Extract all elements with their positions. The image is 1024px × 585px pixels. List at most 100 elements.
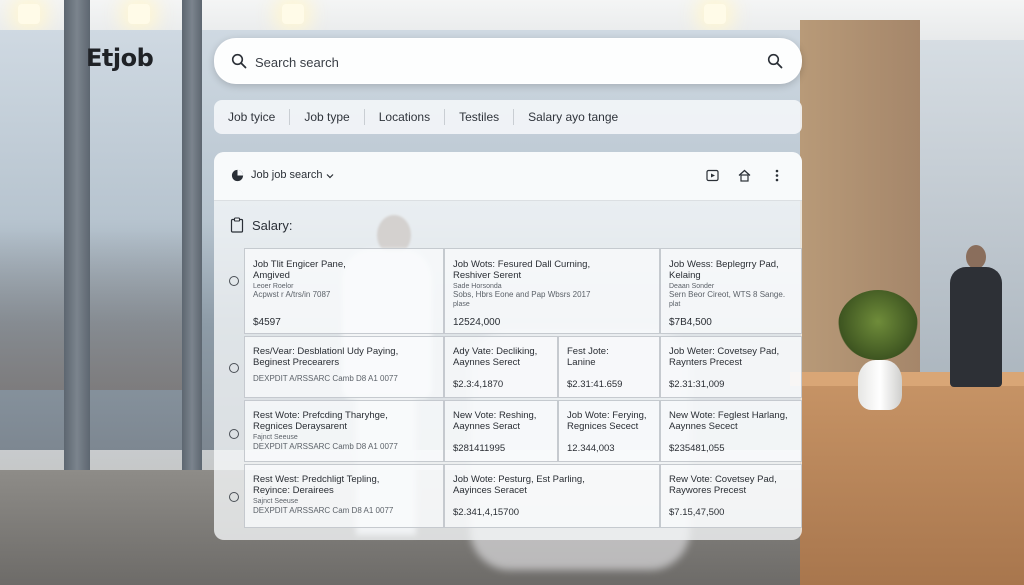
result-card[interactable]: Rest West: Predchligt Tepling, Reyince: … — [244, 464, 444, 528]
home-icon — [738, 169, 750, 182]
brand-logo[interactable]: Etjob — [86, 44, 154, 72]
job-title: New Wote: Feglest Harlang, — [669, 410, 788, 421]
home-button[interactable] — [735, 166, 753, 184]
search-icon[interactable] — [767, 53, 783, 69]
filter-locations[interactable]: Locations — [365, 109, 446, 125]
job-address: DEXPDIT A/RSSARC Cam D8 A1 0077 — [253, 506, 394, 515]
job-title: Job Wess: Beplegrry Pad, — [669, 259, 779, 270]
filter-job-type[interactable]: Job type — [290, 109, 365, 125]
panel-title[interactable]: Job job search — [251, 169, 323, 181]
filter-bar: Job tyice Job type Locations Testiles Sa… — [214, 100, 802, 134]
job-title: Rest Wote: Prefcding Tharyhge, — [253, 410, 388, 421]
job-address: Acpwst r A/trs/in 7087 — [253, 290, 331, 299]
job-salary: $2.341,4,15700 — [453, 506, 520, 518]
results-grid: Job Tlit Engicer Pane, Amgived Leoer Roe… — [214, 248, 802, 534]
job-company: Aaynnes Seract — [453, 421, 521, 432]
result-card[interactable]: Res/Vear: Desblationl Udy Paying, Begine… — [244, 336, 444, 398]
person-head — [966, 245, 986, 269]
search-input[interactable] — [253, 50, 727, 74]
desk — [800, 378, 1024, 585]
ceiling-light — [128, 4, 150, 24]
result-card[interactable]: Fest Jote: Lanine $2.31:41.659 — [558, 336, 660, 398]
job-title: Job Tlit Engicer Pane, — [253, 259, 346, 270]
job-address: Sern Beor Cireot, WTS 8 Sange. — [669, 290, 786, 299]
job-company: Raywores Precest — [669, 485, 747, 496]
job-company: Lanine — [567, 357, 596, 368]
clipboard-icon — [230, 217, 244, 233]
job-title: Fest Jote: — [567, 346, 609, 357]
search-icon — [231, 53, 247, 69]
job-title: Job Wote: Pesturg, Est Parling, — [453, 474, 585, 485]
job-company: Regnices Secect — [567, 421, 639, 432]
more-button[interactable] — [768, 166, 786, 184]
result-card[interactable]: Job Wote: Ferying, Regnices Secect 12.34… — [558, 400, 660, 462]
job-address: Sobs, Hbrs Eone and Pap Wbsrs 2017 — [453, 290, 591, 299]
panel-header: Job job search — [214, 152, 802, 201]
job-company: Aaynnes Serect — [453, 357, 521, 368]
job-company: Aayinces Seracet — [453, 485, 527, 496]
filter-testiles[interactable]: Testiles — [445, 109, 515, 125]
job-title: Job Wots: Fesured Dall Curning, — [453, 259, 591, 270]
job-salary: $281411995 — [453, 442, 506, 454]
vase — [858, 360, 902, 410]
pie-icon — [231, 169, 244, 182]
job-title: Rew Vote: Covetsey Pad, — [669, 474, 777, 485]
result-card[interactable]: Rew Vote: Covetsey Pad, Raywores Precest… — [660, 464, 802, 528]
plant — [838, 290, 918, 360]
job-salary: $235481,055 — [669, 442, 725, 454]
job-salary: $4597 — [253, 316, 281, 328]
result-card[interactable]: Job Wess: Beplegrry Pad, Kelaing Deaan S… — [660, 248, 802, 334]
job-salary: $2.3:4,1870 — [453, 378, 504, 390]
row-select-radio[interactable] — [229, 363, 239, 373]
job-address: DEXPDIT A/RSSARC Camb D8 A1 0077 — [253, 442, 398, 451]
chevron-down-icon[interactable] — [326, 172, 334, 180]
salary-section: Salary: — [230, 216, 292, 234]
result-card[interactable]: Job Wote: Pesturg, Est Parling, Aayinces… — [444, 464, 660, 528]
job-salary: 12.344,003 — [567, 442, 615, 454]
job-company: Raynters Precest — [669, 357, 742, 368]
job-company: Regnices Deraysarent — [253, 421, 347, 432]
job-salary: $2.31:41.659 — [567, 378, 623, 390]
row-select-radio[interactable] — [229, 492, 239, 502]
filter-salary-range[interactable]: Salary ayo tange — [514, 109, 632, 125]
search-bar[interactable] — [214, 38, 802, 84]
filter-job-tyice[interactable]: Job tyice — [214, 109, 291, 125]
result-card[interactable]: New Wote: Feglest Harlang, Aaynnes Secec… — [660, 400, 802, 462]
job-meta: Fajnct Seeuse — [253, 434, 298, 441]
media-icon — [705, 169, 719, 181]
job-salary: $2.31:31,009 — [669, 378, 725, 390]
result-card[interactable]: New Vote: Reshing, Aaynnes Seract $28141… — [444, 400, 558, 462]
result-card[interactable]: Ady Vate: Decliking, Aaynnes Serect $2.3… — [444, 336, 558, 398]
standing-person — [944, 245, 1008, 390]
result-card[interactable]: Job Weter: Covetsey Pad, Raynters Preces… — [660, 336, 802, 398]
results-panel: Job job search Salary: Job Tlit Engicer … — [214, 152, 802, 540]
more-vertical-icon — [775, 169, 779, 181]
job-meta: plase — [453, 301, 470, 308]
job-title: Job Wote: Ferying, — [567, 410, 647, 421]
job-salary: $7B4,500 — [669, 316, 712, 328]
job-company: Reshiver Serent — [453, 270, 522, 281]
job-title: Rest West: Predchligt Tepling, — [253, 474, 380, 485]
person-body — [950, 267, 1002, 387]
result-card[interactable]: Rest Wote: Prefcding Tharyhge, Regnices … — [244, 400, 444, 462]
ceiling-light — [282, 4, 304, 24]
job-title: Job Weter: Covetsey Pad, — [669, 346, 780, 357]
job-company: Aaynnes Secect — [669, 421, 738, 432]
result-card[interactable]: Job Tlit Engicer Pane, Amgived Leoer Roe… — [244, 248, 444, 334]
city-view — [0, 230, 200, 390]
job-title: Res/Vear: Desblationl Udy Paying, — [253, 346, 399, 357]
result-card[interactable]: Job Wots: Fesured Dall Curning, Reshiver… — [444, 248, 660, 334]
job-address: DEXPDIT A/RSSARC Camb D8 A1 0077 — [253, 374, 398, 383]
window-frame — [182, 0, 202, 470]
ceiling-light — [18, 4, 40, 24]
job-title: Ady Vate: Decliking, — [453, 346, 538, 357]
row-select-radio[interactable] — [229, 429, 239, 439]
row-select-radio[interactable] — [229, 276, 239, 286]
job-salary: $7.15,47,500 — [669, 506, 725, 518]
media-button[interactable] — [703, 166, 721, 184]
job-company: Kelaing — [669, 270, 701, 281]
job-salary: 12524,000 — [453, 316, 501, 328]
salary-label: Salary: — [252, 217, 293, 233]
job-title: New Vote: Reshing, — [453, 410, 537, 421]
ceiling-light — [704, 4, 726, 24]
